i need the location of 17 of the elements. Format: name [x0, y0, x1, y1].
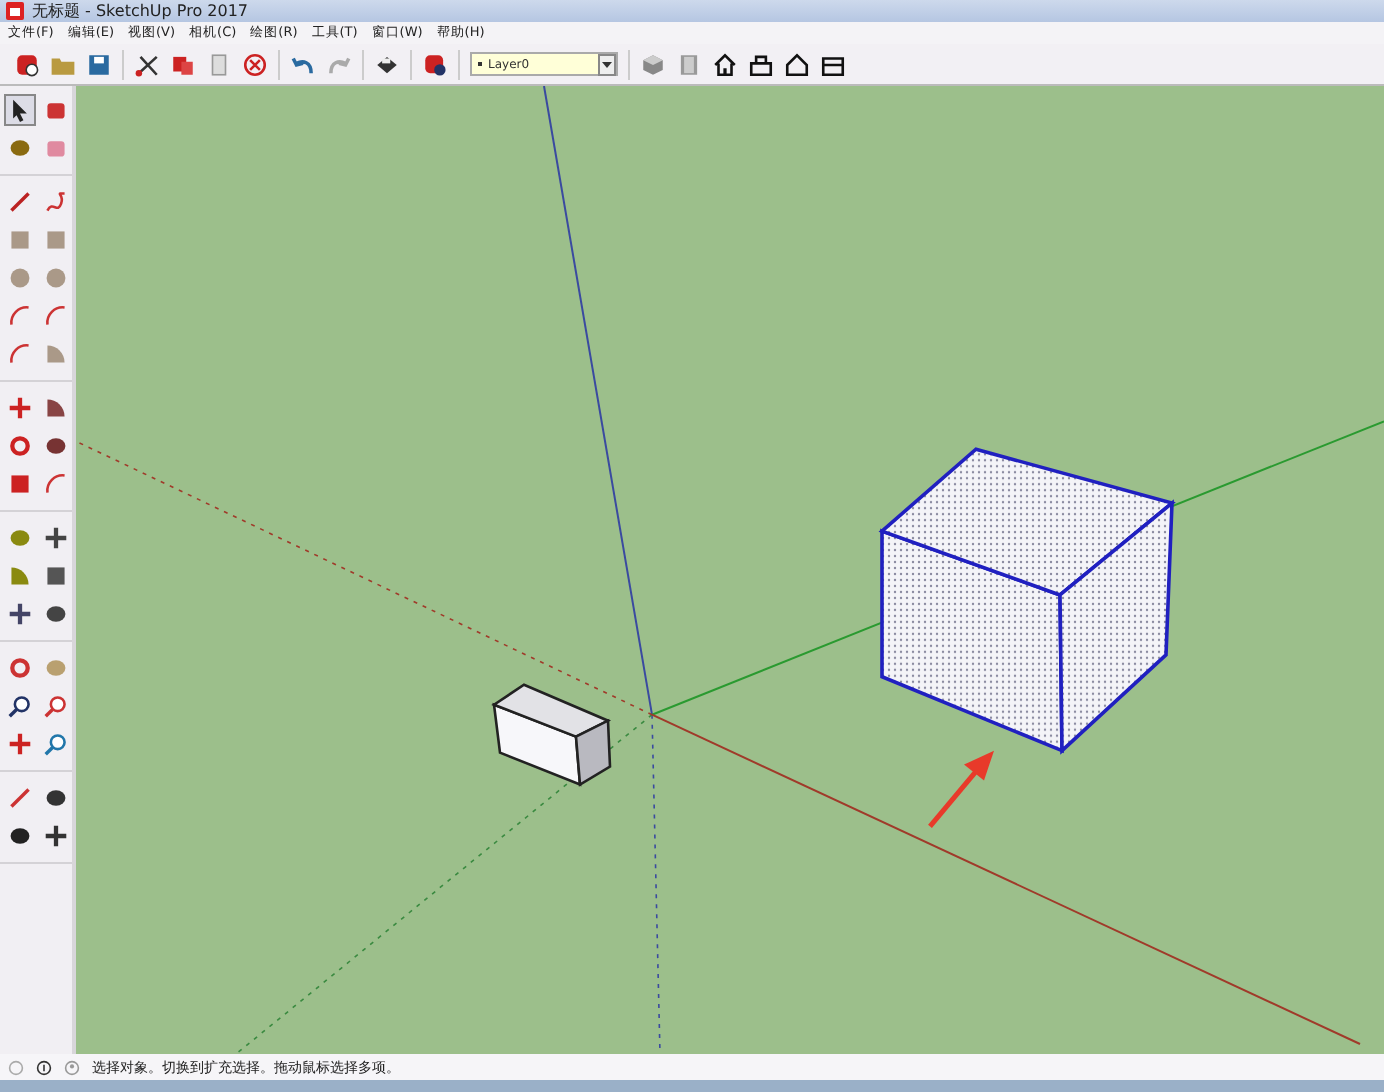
house-outline-icon[interactable] — [784, 51, 810, 77]
pointer-arrow — [928, 750, 994, 829]
scissors-icon[interactable] — [134, 51, 160, 77]
zoom-previous-icon[interactable] — [40, 728, 72, 760]
window-title: 无标题 - SketchUp Pro 2017 — [32, 0, 248, 22]
zoom-window-icon[interactable] — [40, 690, 72, 722]
arrow-pointer-icon[interactable] — [4, 94, 36, 126]
info-icon[interactable] — [36, 1059, 52, 1075]
save-icon[interactable] — [86, 51, 112, 77]
small-box-drawing — [491, 683, 612, 787]
zoom-icon[interactable] — [4, 690, 36, 722]
iso-view-icon[interactable] — [640, 51, 666, 77]
house-icon[interactable] — [712, 51, 738, 77]
delete-icon[interactable] — [242, 51, 268, 77]
move-icon[interactable] — [4, 392, 36, 424]
pencil-icon[interactable] — [4, 186, 36, 218]
copy-icon[interactable] — [170, 51, 196, 77]
